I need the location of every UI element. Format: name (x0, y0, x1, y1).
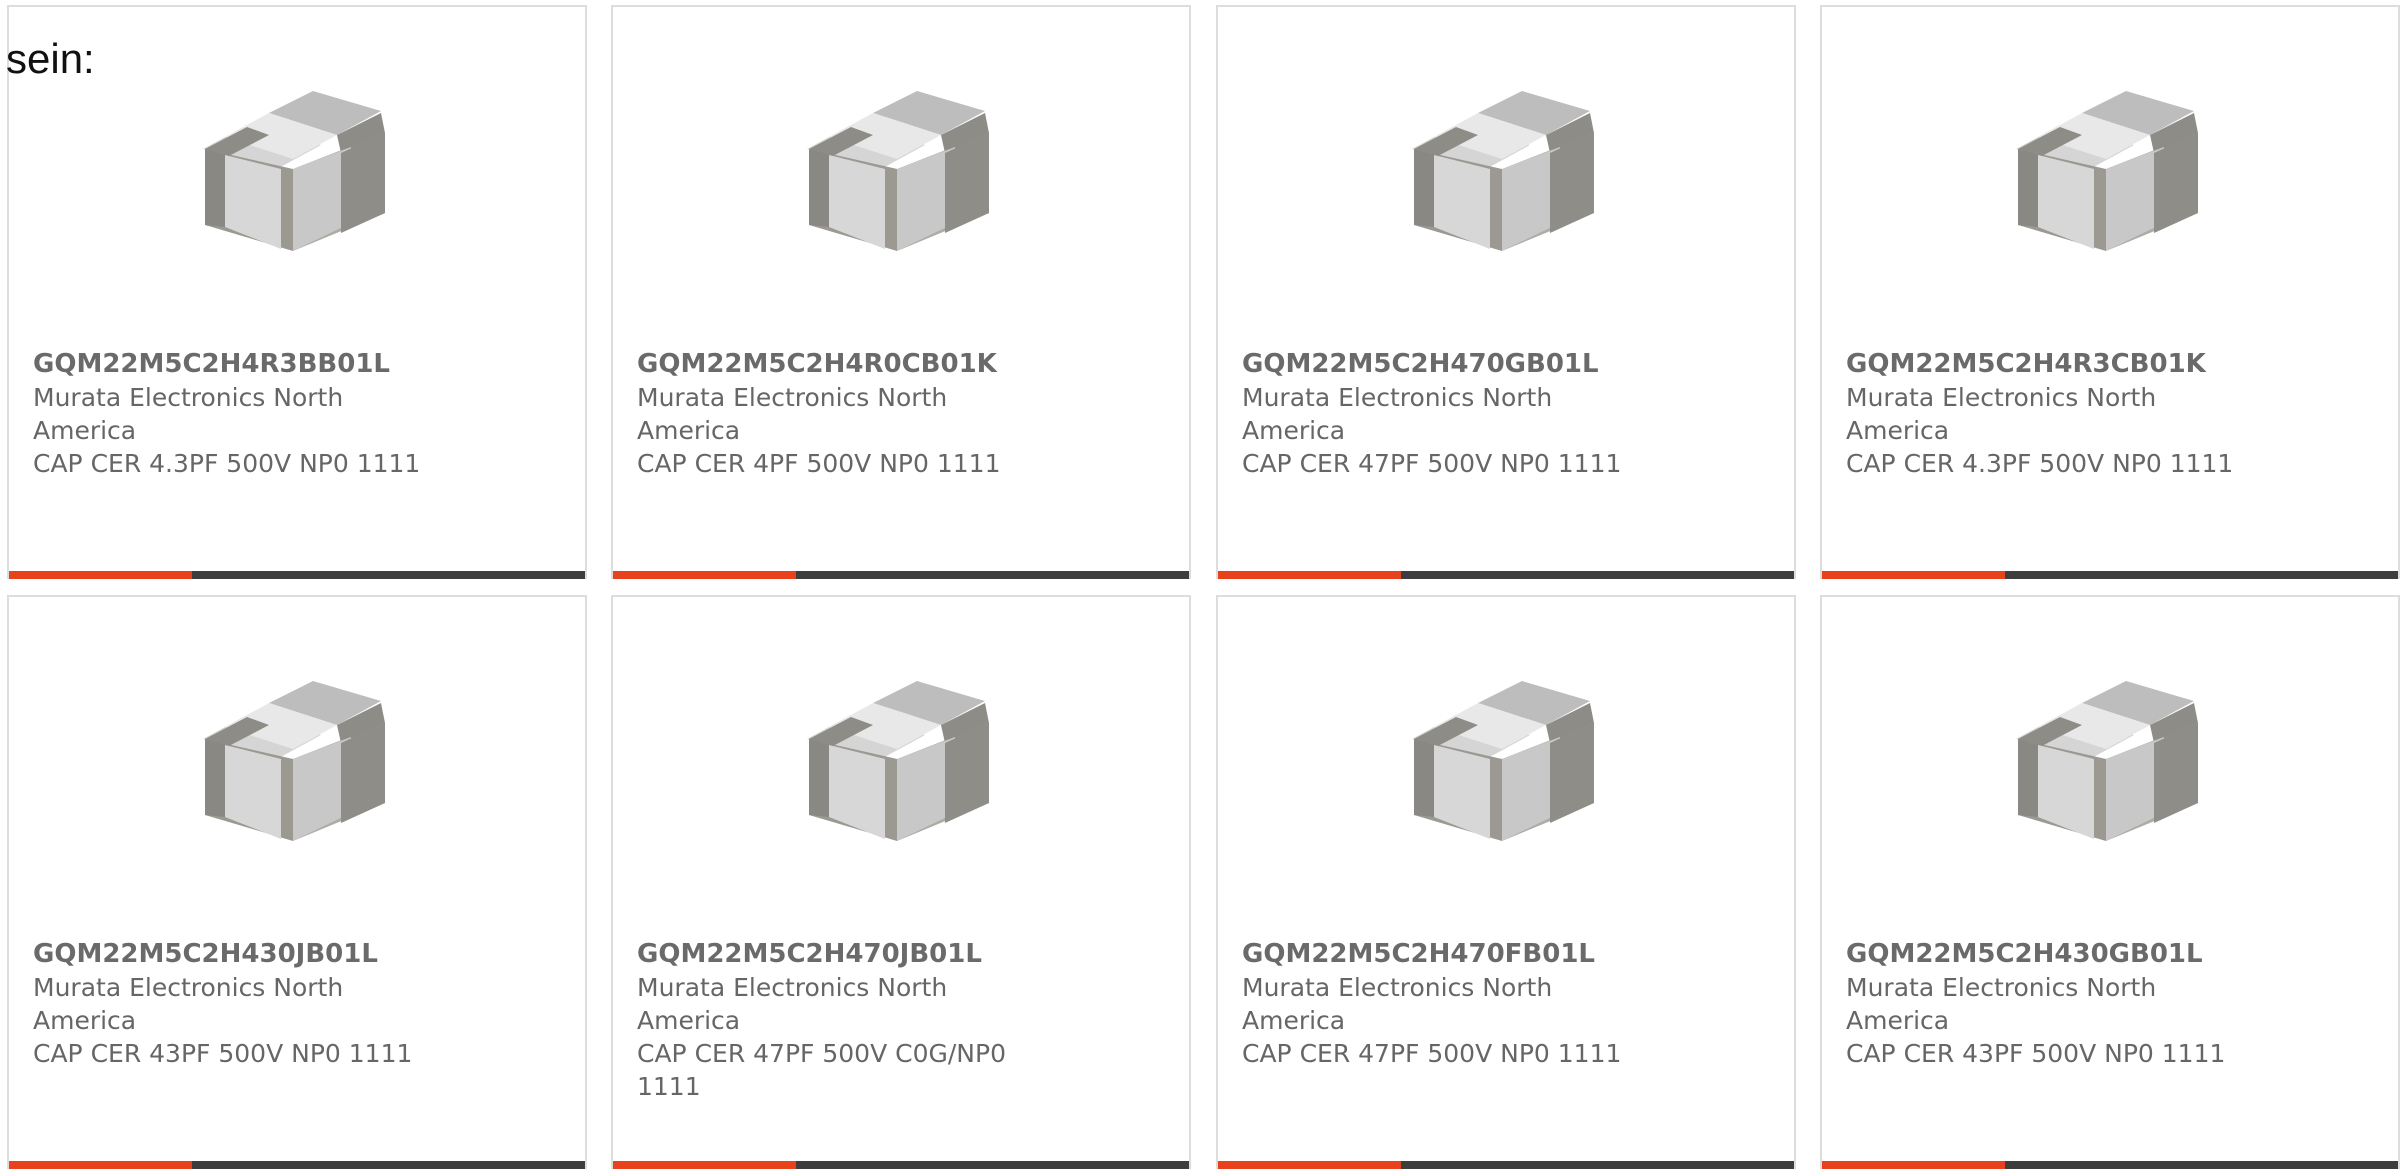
part-number-link[interactable]: GQM22M5C2H430GB01L (1846, 937, 2266, 971)
product-card[interactable]: GQM22M5C2H430JB01L Murata Electronics No… (7, 595, 587, 1169)
manufacturer-name: Murata Electronics North America (33, 973, 344, 1035)
manufacturer-name: Murata Electronics North America (1846, 973, 2157, 1035)
card-bottom-bar (613, 1161, 1189, 1169)
card-bottom-bar (9, 1161, 585, 1169)
product-info: GQM22M5C2H470JB01L Murata Electronics No… (637, 937, 1057, 1103)
card-accent-bar (1822, 571, 2005, 579)
product-description: CAP CER 47PF 500V NP0 1111 (1242, 1039, 1622, 1068)
product-info: GQM22M5C2H430JB01L Murata Electronics No… (33, 937, 453, 1070)
card-accent-bar (9, 571, 192, 579)
product-card[interactable]: GQM22M5C2H470JB01L Murata Electronics No… (611, 595, 1191, 1169)
part-number-link[interactable]: GQM22M5C2H4R3CB01K (1846, 347, 2266, 381)
ceramic-capacitor-chip-icon[interactable] (2002, 73, 2222, 283)
product-description: CAP CER 43PF 500V NP0 1111 (33, 1039, 413, 1068)
product-description: CAP CER 43PF 500V NP0 1111 (1846, 1039, 2226, 1068)
manufacturer-name: Murata Electronics North America (1242, 383, 1553, 445)
product-info: GQM22M5C2H470GB01L Murata Electronics No… (1242, 347, 1662, 480)
manufacturer-name: Murata Electronics North America (637, 973, 948, 1035)
card-bottom-bar (1822, 571, 2398, 579)
manufacturer-name: Murata Electronics North America (1846, 383, 2157, 445)
ceramic-capacitor-chip-icon[interactable] (189, 73, 409, 283)
manufacturer-name: Murata Electronics North America (33, 383, 344, 445)
ceramic-capacitor-chip-icon[interactable] (793, 73, 1013, 283)
card-accent-bar (1218, 1161, 1401, 1169)
product-info: GQM22M5C2H4R3BB01L Murata Electronics No… (33, 347, 453, 480)
product-card[interactable]: GQM22M5C2H470FB01L Murata Electronics No… (1216, 595, 1796, 1169)
product-description: CAP CER 4.3PF 500V NP0 1111 (1846, 449, 2234, 478)
product-grid: GQM22M5C2H4R3BB01L Murata Electronics No… (0, 0, 2400, 1169)
card-bottom-bar (1218, 1161, 1794, 1169)
product-description: CAP CER 4PF 500V NP0 1111 (637, 449, 1001, 478)
card-accent-bar (1218, 571, 1401, 579)
card-accent-bar (9, 1161, 192, 1169)
manufacturer-name: Murata Electronics North America (637, 383, 948, 445)
product-description: CAP CER 47PF 500V NP0 1111 (1242, 449, 1622, 478)
product-description: CAP CER 47PF 500V C0G/NP0 1111 (637, 1039, 1006, 1101)
part-number-link[interactable]: GQM22M5C2H470GB01L (1242, 347, 1662, 381)
product-card[interactable]: GQM22M5C2H470GB01L Murata Electronics No… (1216, 5, 1796, 579)
product-info: GQM22M5C2H4R3CB01K Murata Electronics No… (1846, 347, 2266, 480)
part-number-link[interactable]: GQM22M5C2H4R0CB01K (637, 347, 1057, 381)
part-number-link[interactable]: GQM22M5C2H430JB01L (33, 937, 453, 971)
card-accent-bar (1822, 1161, 2005, 1169)
card-accent-bar (613, 571, 796, 579)
ceramic-capacitor-chip-icon[interactable] (793, 663, 1013, 873)
product-card[interactable]: GQM22M5C2H4R3BB01L Murata Electronics No… (7, 5, 587, 579)
ceramic-capacitor-chip-icon[interactable] (1398, 73, 1618, 283)
product-info: GQM22M5C2H470FB01L Murata Electronics No… (1242, 937, 1662, 1070)
part-number-link[interactable]: GQM22M5C2H4R3BB01L (33, 347, 453, 381)
product-info: GQM22M5C2H430GB01L Murata Electronics No… (1846, 937, 2266, 1070)
ceramic-capacitor-chip-icon[interactable] (189, 663, 409, 873)
card-bottom-bar (1822, 1161, 2398, 1169)
manufacturer-name: Murata Electronics North America (1242, 973, 1553, 1035)
product-card[interactable]: GQM22M5C2H4R0CB01K Murata Electronics No… (611, 5, 1191, 579)
product-card[interactable]: GQM22M5C2H430GB01L Murata Electronics No… (1820, 595, 2400, 1169)
product-card[interactable]: GQM22M5C2H4R3CB01K Murata Electronics No… (1820, 5, 2400, 579)
ceramic-capacitor-chip-icon[interactable] (1398, 663, 1618, 873)
card-accent-bar (613, 1161, 796, 1169)
product-info: GQM22M5C2H4R0CB01K Murata Electronics No… (637, 347, 1057, 480)
card-bottom-bar (613, 571, 1189, 579)
part-number-link[interactable]: GQM22M5C2H470JB01L (637, 937, 1057, 971)
product-description: CAP CER 4.3PF 500V NP0 1111 (33, 449, 421, 478)
card-bottom-bar (9, 571, 585, 579)
intro-text: sein: (6, 35, 95, 82)
ceramic-capacitor-chip-icon[interactable] (2002, 663, 2222, 873)
card-bottom-bar (1218, 571, 1794, 579)
part-number-link[interactable]: GQM22M5C2H470FB01L (1242, 937, 1662, 971)
